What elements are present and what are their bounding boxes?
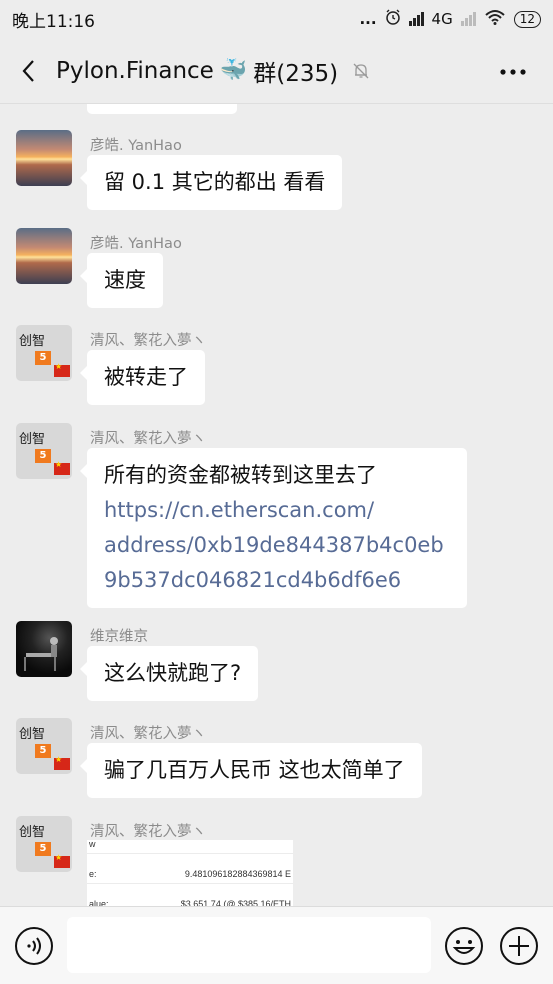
message-bubble[interactable]: 所有的资金都被转到这里去了 https://cn.etherscan.com/ … <box>80 448 467 608</box>
logo-avatar[interactable]: 创智 5 <box>16 816 72 872</box>
sender-name: 清风、繁花入夢ヽ <box>90 431 206 447</box>
partial-bubble <box>87 104 237 114</box>
avatar-logo-box: 5 <box>35 744 51 758</box>
flag-icon <box>54 755 70 770</box>
message-bubble[interactable]: 骗了几百万人民币 这也太简单了 <box>80 743 422 798</box>
status-bar: 晚上11:16 ... 4G 12 <box>0 0 553 38</box>
message-bubble[interactable]: 留 0.1 其它的都出 看看 <box>79 155 343 210</box>
voice-icon <box>15 927 53 965</box>
link-line: address/0xb19de844387b4c0eb <box>104 533 444 557</box>
chat-header: Pylon.Finance 🐳 群(235) <box>0 38 553 104</box>
image-row-value: 9.481096182884369814 E <box>184 869 291 879</box>
avatar-photo-icon <box>24 637 58 671</box>
image-row-label: w <box>89 840 96 849</box>
sender-name: 维京维京 <box>90 629 148 645</box>
link-line: https://cn.etherscan.com/ <box>104 498 375 522</box>
plus-button[interactable] <box>499 926 539 966</box>
chat-title-text: Pylon.Finance <box>56 57 214 84</box>
chat-title: Pylon.Finance 🐳 群(235) <box>56 54 370 88</box>
mute-bell-icon <box>352 62 370 80</box>
flag-icon <box>54 362 70 377</box>
message-bubble[interactable]: 这么快就跑了? <box>79 646 259 701</box>
flag-icon <box>54 460 70 475</box>
more-options-button[interactable] <box>499 58 527 78</box>
signal-icon <box>408 12 424 26</box>
avatar-logo-text: 创智 <box>19 727 46 742</box>
sender-name: 清风、繁花入夢ヽ <box>90 333 206 349</box>
message-text: 所有的资金都被转到这里去了 <box>104 463 377 487</box>
alarm-icon <box>385 9 401 29</box>
message-list[interactable]: 彦皓. YanHao 留 0.1 其它的都出 看看 彦皓. YanHao 速度 … <box>0 104 553 906</box>
image-row-label: alue: <box>89 899 109 906</box>
input-toolbar <box>0 906 553 984</box>
emoji-icon <box>445 927 483 965</box>
signal-secondary-icon <box>460 12 476 26</box>
logo-avatar[interactable]: 创智 5 <box>16 718 72 774</box>
image-row: e: 9.481096182884369814 E <box>87 864 293 884</box>
voice-button[interactable] <box>14 926 54 966</box>
avatar-logo-text: 创智 <box>19 432 46 447</box>
chevron-left-icon <box>22 59 34 82</box>
sender-name: 清风、繁花入夢ヽ <box>90 726 206 742</box>
status-icons: ... 4G 12 <box>359 9 541 29</box>
screenshot-image-bubble[interactable]: w e: 9.481096182884369814 E alue: $3,651… <box>87 840 293 906</box>
avatar-logo-box: 5 <box>35 351 51 365</box>
plus-icon <box>500 927 538 965</box>
logo-avatar[interactable]: 创智 5 <box>16 325 72 381</box>
more-dots-icon <box>500 69 526 75</box>
image-row-value: $3,651.74 (@ $385.16/ETH <box>180 899 291 906</box>
battery-indicator: 12 <box>513 10 541 28</box>
avatar-logo-text: 创智 <box>19 334 46 349</box>
wifi-icon <box>484 9 506 29</box>
status-time: 晚上11:16 <box>12 11 95 32</box>
sender-name: 清风、繁花入夢ヽ <box>90 824 206 840</box>
image-row: alue: $3,651.74 (@ $385.16/ETH <box>87 894 293 906</box>
etherscan-link[interactable]: https://cn.etherscan.com/ address/0xb19d… <box>104 493 450 598</box>
message-input[interactable] <box>67 917 431 973</box>
emoji-button[interactable] <box>444 926 484 966</box>
sunset-avatar[interactable] <box>16 228 72 284</box>
avatar-logo-box: 5 <box>35 842 51 856</box>
image-row-label: e: <box>89 869 97 879</box>
back-button[interactable] <box>0 38 56 104</box>
network-label: 4G <box>431 10 453 28</box>
more-dots-icon: ... <box>359 10 377 28</box>
image-row: w <box>87 840 293 854</box>
chat-member-count: 群(235) <box>253 60 339 87</box>
whale-emoji: 🐳 <box>219 58 248 83</box>
sender-name: 彦皓. YanHao <box>90 236 182 252</box>
message-bubble[interactable]: 被转走了 <box>80 350 205 405</box>
link-line: 9b537dc046821cd4b6df6e6 <box>104 568 402 592</box>
sender-name: 彦皓. YanHao <box>90 138 182 154</box>
avatar-logo-box: 5 <box>35 449 51 463</box>
dark-avatar[interactable] <box>16 621 72 677</box>
avatar-logo-text: 创智 <box>19 825 46 840</box>
flag-icon <box>54 853 70 868</box>
logo-avatar[interactable]: 创智 5 <box>16 423 72 479</box>
message-bubble[interactable]: 速度 <box>80 253 163 308</box>
sunset-avatar[interactable] <box>16 130 72 186</box>
